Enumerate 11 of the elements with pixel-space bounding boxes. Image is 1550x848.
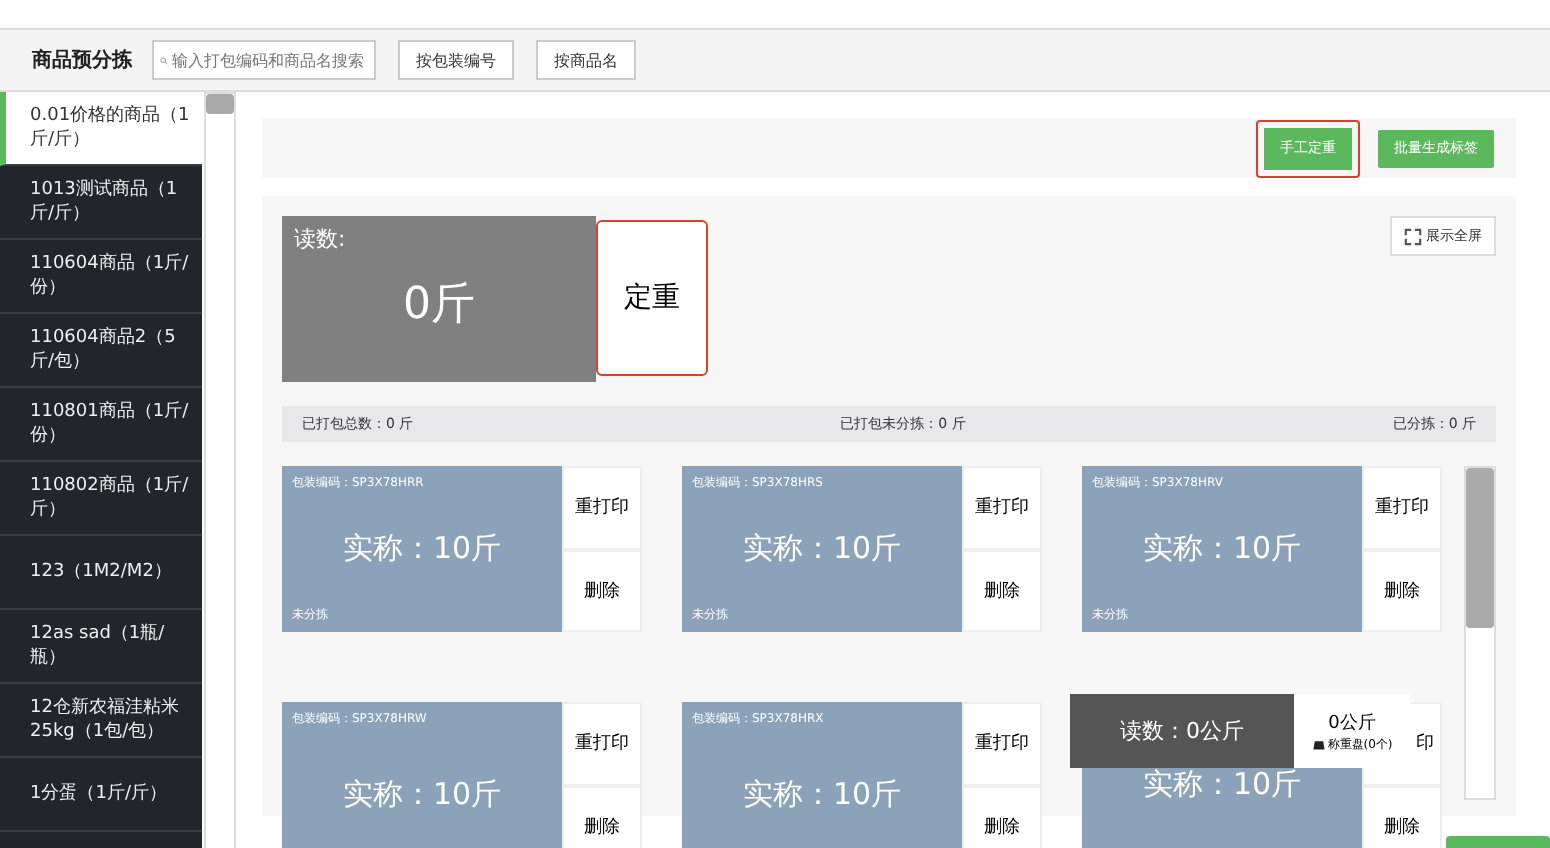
floating-reading: 读数：0公斤	[1070, 694, 1294, 768]
package-weight: 实称：10斤	[340, 530, 504, 568]
package-weight: 实称：10斤	[340, 775, 504, 813]
package-weight: 实称：10斤	[740, 775, 904, 813]
reading-value: 0斤	[401, 278, 477, 334]
package-weight: 实称：10斤	[1140, 766, 1304, 804]
package-weight: 实称：10斤	[740, 530, 904, 568]
package-weight: 实称：10斤	[1140, 530, 1304, 568]
floating-value: 0公斤	[1328, 711, 1376, 735]
page-title: 商品预分拣	[32, 46, 132, 74]
reading-label: 读数:	[292, 224, 348, 256]
